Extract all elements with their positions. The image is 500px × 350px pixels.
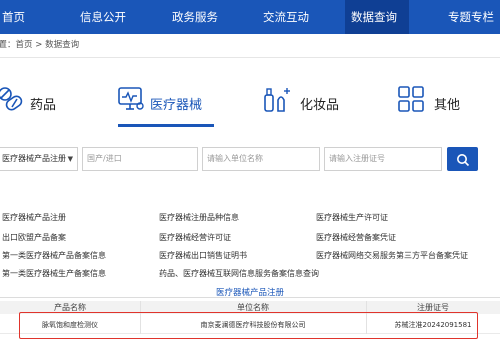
chevron-down-icon: ▼ — [67, 155, 73, 163]
results-divider — [0, 297, 500, 298]
grid-icon — [396, 84, 426, 114]
registration-number-input[interactable]: 请输入注册证号 — [324, 147, 442, 171]
category-select[interactable]: 医疗器械产品注册 ▼ — [0, 147, 78, 171]
origin-input[interactable]: 国产/进口 — [82, 147, 198, 171]
medicine-icon — [0, 84, 26, 114]
highlight-annotation-box — [19, 312, 478, 339]
link-export-sales-certificate[interactable]: 医疗器械出口销售证明书 — [159, 250, 247, 261]
breadcrumb-prefix: 位置： — [0, 40, 16, 50]
nav-item-topics[interactable]: 专题专栏 — [446, 0, 500, 34]
search-icon — [456, 152, 470, 171]
category-medical-devices[interactable]: 医疗器械 — [116, 76, 216, 128]
category-other-label: 其他 — [434, 98, 461, 113]
link-online-platform-filing[interactable]: 医疗器械网络交易服务第三方平台备案凭证 — [316, 250, 468, 261]
nav-item-services[interactable]: 政务服务 — [168, 0, 224, 34]
breadcrumb-separator: > — [35, 40, 43, 50]
link-class1-product-filing[interactable]: 第一类医疗器械产品备案信息 — [2, 250, 106, 261]
company-name-input[interactable]: 请输入单位名称 — [202, 147, 320, 171]
cosmetics-icon — [262, 84, 292, 114]
nav-item-data-query[interactable]: 数据查询 — [345, 0, 409, 34]
category-other[interactable]: 其他 — [396, 76, 486, 128]
link-device-registration[interactable]: 医疗器械产品注册 — [2, 212, 66, 223]
divider — [0, 57, 500, 58]
breadcrumb-current: 数据查询 — [45, 40, 80, 50]
link-eu-export-filing[interactable]: 出口欧盟产品备案 — [2, 232, 66, 243]
link-business-license[interactable]: 医疗器械经营许可证 — [159, 232, 231, 243]
breadcrumb: 位置：首页 > 数据查询 — [0, 38, 79, 52]
link-internet-info-service-filing[interactable]: 药品、医疗器械互联网信息服务备案信息查询 — [159, 268, 319, 279]
top-nav: 首页 信息公开 政务服务 交流互动 数据查询 专题专栏 — [0, 0, 500, 34]
search-button[interactable] — [447, 147, 478, 171]
category-drugs-label: 药品 — [30, 98, 57, 113]
search-bar: 医疗器械产品注册 ▼ 国产/进口 请输入单位名称 请输入注册证号 — [0, 147, 500, 173]
link-class1-production-filing[interactable]: 第一类医疗器械生产备案信息 — [2, 268, 106, 279]
category-cosmetics[interactable]: 化妆品 — [262, 76, 352, 128]
category-cosmetics-label: 化妆品 — [300, 98, 340, 113]
breadcrumb-home[interactable]: 首页 — [16, 40, 33, 50]
nav-item-interaction[interactable]: 交流互动 — [259, 0, 317, 34]
nav-item-info[interactable]: 信息公开 — [76, 0, 130, 34]
category-select-value: 医疗器械产品注册 — [2, 154, 66, 163]
link-production-license[interactable]: 医疗器械生产许可证 — [316, 212, 388, 223]
nav-item-home[interactable]: 首页 — [0, 0, 42, 34]
category-medical-devices-label: 医疗器械 — [150, 98, 203, 113]
link-device-registration-varieties[interactable]: 医疗器械注册品种信息 — [159, 212, 239, 223]
active-category-underline — [118, 124, 214, 127]
medical-device-icon — [116, 84, 146, 114]
category-drugs[interactable]: 药品 — [0, 76, 90, 128]
link-business-filing-certificate[interactable]: 医疗器械经营备案凭证 — [316, 232, 396, 243]
